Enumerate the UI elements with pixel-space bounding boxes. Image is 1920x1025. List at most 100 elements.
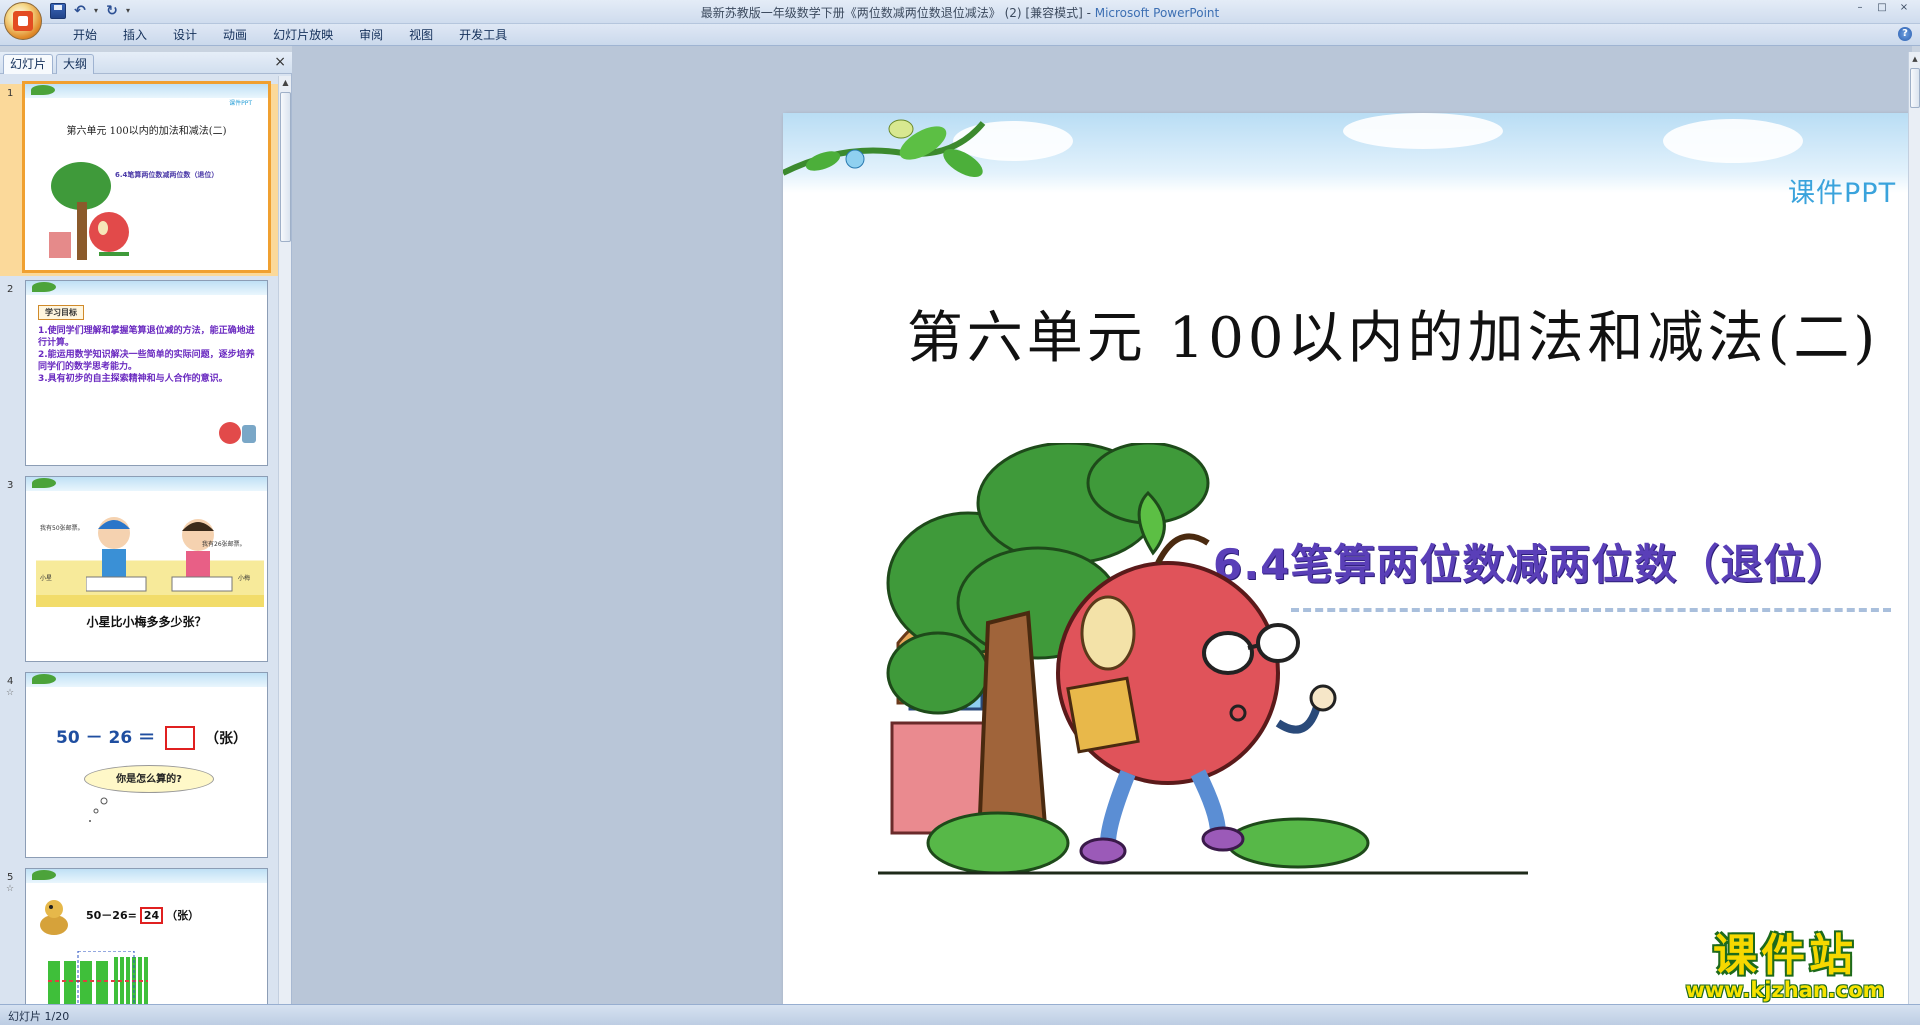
operand-b: 26 <box>108 728 133 748</box>
scroll-up-icon[interactable]: ▲ <box>1909 52 1920 66</box>
equals-sign: ＝ <box>138 728 156 748</box>
goal-2: 2.能运用数学知识解决一些简单的实际问题，逐步培养同学们的数学思考能力。 <box>38 350 255 372</box>
goal-1: 1.使同学们理解和掌握笔算退位减的方法，能正确地进行计算。 <box>38 326 255 348</box>
minimize-button[interactable]: – <box>1850 1 1870 15</box>
operator-minus: － <box>85 728 103 748</box>
scroll-thumb[interactable] <box>280 92 291 242</box>
thumbnail-tag: 课件PPT <box>229 100 252 107</box>
slides-panel: 幻灯片 大纲 × 1 课件PPT 第六单元 100以内的加法和减法(二) 6.4… <box>0 52 292 1025</box>
cloud-shape <box>1343 113 1503 149</box>
help-icon[interactable]: ? <box>1898 27 1912 41</box>
slide-count: 幻灯片 1/20 <box>8 1010 70 1023</box>
learning-goals-list: 1.使同学们理解和掌握笔算退位减的方法，能正确地进行计算。 2.能运用数学知识解… <box>38 325 258 385</box>
answer-equation: 50－26= 24 （张） <box>86 907 199 924</box>
slide-thumbnails: 1 课件PPT 第六单元 100以内的加法和减法(二) 6.4笔算两位数减两位数… <box>0 80 278 1025</box>
scroll-thumb[interactable] <box>1910 68 1920 108</box>
slide-thumbnail-2[interactable]: 2 学习目标 1.使同学们理解和掌握笔算退位减的方法，能正确地进行计算。 2.能… <box>0 280 278 472</box>
watermark-url: www.kjzhan.com <box>1685 978 1885 1002</box>
goal-3: 3.具有初步的自主探索精神和与人合作的意识。 <box>38 374 228 384</box>
tab-insert[interactable]: 插入 <box>110 28 160 42</box>
window-title: 最新苏教版一年级数学下册《两位数减两位数退位减法》 (2) [兼容模式] - M… <box>0 4 1920 21</box>
tab-outline[interactable]: 大纲 <box>56 54 95 74</box>
vine-leaves-decoration <box>783 119 986 177</box>
thumbnail-frame[interactable]: 50－26= 24 （张） <box>25 868 268 1025</box>
thumbnail-header <box>26 869 267 883</box>
label-xiaomei: 小梅 <box>238 575 251 582</box>
learning-goals-heading: 学习目标 <box>38 305 84 320</box>
thumbnail-scrollbar[interactable]: ▲ ▼ <box>278 76 291 1025</box>
leaf-icon <box>32 282 56 292</box>
slide-title[interactable]: 第六单元 100以内的加法和减法(二) <box>783 293 1920 374</box>
tree-and-apple-illustration <box>878 443 1528 875</box>
leaf-icon <box>32 478 56 488</box>
answer-box <box>165 726 196 750</box>
thumbnail-header <box>26 673 267 687</box>
slide-thumbnail-4[interactable]: 4 ☆ 50 － 26 ＝ （张） 你是怎么算的? <box>0 672 278 864</box>
panel-tabs: 幻灯片 大纲 × <box>0 52 292 74</box>
window-controls: – □ × <box>1850 1 1914 15</box>
tab-home[interactable]: 开始 <box>60 28 110 42</box>
thumbnail-frame[interactable]: 学习目标 1.使同学们理解和掌握笔算退位减的方法，能正确地进行计算。 2.能运用… <box>25 280 268 466</box>
current-slide[interactable]: 课件PPT 第六单元 100以内的加法和减法(二) 6.4笔算两位数减两位数（退… <box>783 113 1920 1025</box>
app-name: Microsoft PowerPoint <box>1094 6 1220 20</box>
leaf-icon <box>32 870 56 880</box>
slide-thumbnail-3[interactable]: 3 我有50张邮票。 我有26张邮票。 小星 小梅 小星比小梅多多少张？ <box>0 476 278 668</box>
speech-bubble-left: 我有50张邮票。 <box>40 525 84 532</box>
thumbnail-frame[interactable]: 我有50张邮票。 我有26张邮票。 小星 小梅 小星比小梅多多少张？ <box>25 476 268 662</box>
maximize-button[interactable]: □ <box>1872 1 1892 15</box>
unit-label: （张） <box>204 731 247 747</box>
title-bar: ↶ ▾ ↻ ▾ 最新苏教版一年级数学下册《两位数减两位数退位减法》 (2) [兼… <box>0 0 1920 40</box>
scroll-up-icon[interactable]: ▲ <box>279 76 292 90</box>
course-tag: 课件PPT <box>1788 178 1897 209</box>
slide-number: 1 <box>7 88 14 99</box>
document-title: 最新苏教版一年级数学下册《两位数减两位数退位减法》 (2) [兼容模式] - <box>700 6 1095 20</box>
operand-a: 50 <box>56 728 80 748</box>
panel-close-icon[interactable]: × <box>274 55 286 69</box>
thought-cloud: 你是怎么算的? <box>84 765 214 793</box>
question-text: 小星比小梅多多少张？ <box>86 615 207 629</box>
slide-sky-header <box>783 113 1920 193</box>
ribbon-tabs: 开始 插入 设计 动画 幻灯片放映 审阅 视图 开发工具 <box>60 28 520 42</box>
tab-slides[interactable]: 幻灯片 <box>3 54 54 74</box>
stick-bundles-illustration <box>48 951 148 1011</box>
slide-number: 5 <box>7 872 14 883</box>
equation: 50 － 26 ＝ （张） <box>56 723 247 750</box>
slide-thumbnail-1[interactable]: 1 课件PPT 第六单元 100以内的加法和减法(二) 6.4笔算两位数减两位数… <box>0 81 278 276</box>
office-logo-icon <box>13 11 33 31</box>
slide-thumbnail-5[interactable]: 5 ☆ 50－26= 24 （张） <box>0 868 278 1025</box>
tab-slideshow[interactable]: 幻灯片放映 <box>260 28 346 42</box>
thumbnail-title: 第六单元 100以内的加法和减法(二) <box>66 126 227 137</box>
thumbnail-header <box>25 84 268 98</box>
thumbnail-frame[interactable]: 课件PPT 第六单元 100以内的加法和减法(二) 6.4笔算两位数减两位数（退… <box>22 81 271 273</box>
slide-number: 4 <box>7 676 14 687</box>
close-button[interactable]: × <box>1894 1 1914 15</box>
apple-mini-icon <box>219 422 256 444</box>
tab-design[interactable]: 设计 <box>160 28 210 42</box>
thought-dots <box>89 797 108 822</box>
unit-label: （张） <box>166 909 200 922</box>
tab-developer[interactable]: 开发工具 <box>446 28 520 42</box>
thumbnail-frame[interactable]: 50 － 26 ＝ （张） 你是怎么算的? <box>25 672 268 858</box>
slide-number: 3 <box>7 480 14 491</box>
thumbnail-header <box>26 477 267 491</box>
answer-value: 24 <box>139 907 164 924</box>
tab-animations[interactable]: 动画 <box>210 28 260 42</box>
ribbon: 开始 插入 设计 动画 幻灯片放映 审阅 视图 开发工具 ? <box>0 24 1920 46</box>
tree-apple-mini-illustration <box>49 162 129 260</box>
equation-left: 50－26= <box>86 909 137 922</box>
office-button[interactable] <box>4 2 42 40</box>
leaf-icon <box>32 674 56 684</box>
leaf-icon <box>31 85 55 95</box>
cloud-shape <box>1663 119 1803 163</box>
tab-view[interactable]: 视图 <box>396 28 446 42</box>
label-xiaoxing: 小星 <box>40 575 53 582</box>
status-bar: 幻灯片 1/20 <box>0 1004 1920 1025</box>
slide-editor-area: 课件PPT 第六单元 100以内的加法和减法(二) 6.4笔算两位数减两位数（退… <box>292 46 1920 1025</box>
editor-scrollbar[interactable]: ▲ <box>1908 52 1920 1004</box>
children-illustration <box>86 517 233 592</box>
animation-star-icon: ☆ <box>6 884 15 894</box>
thumbnail-header <box>26 281 267 295</box>
animation-star-icon: ☆ <box>6 688 15 698</box>
tab-review[interactable]: 审阅 <box>346 28 396 42</box>
snake-icon <box>40 900 68 935</box>
